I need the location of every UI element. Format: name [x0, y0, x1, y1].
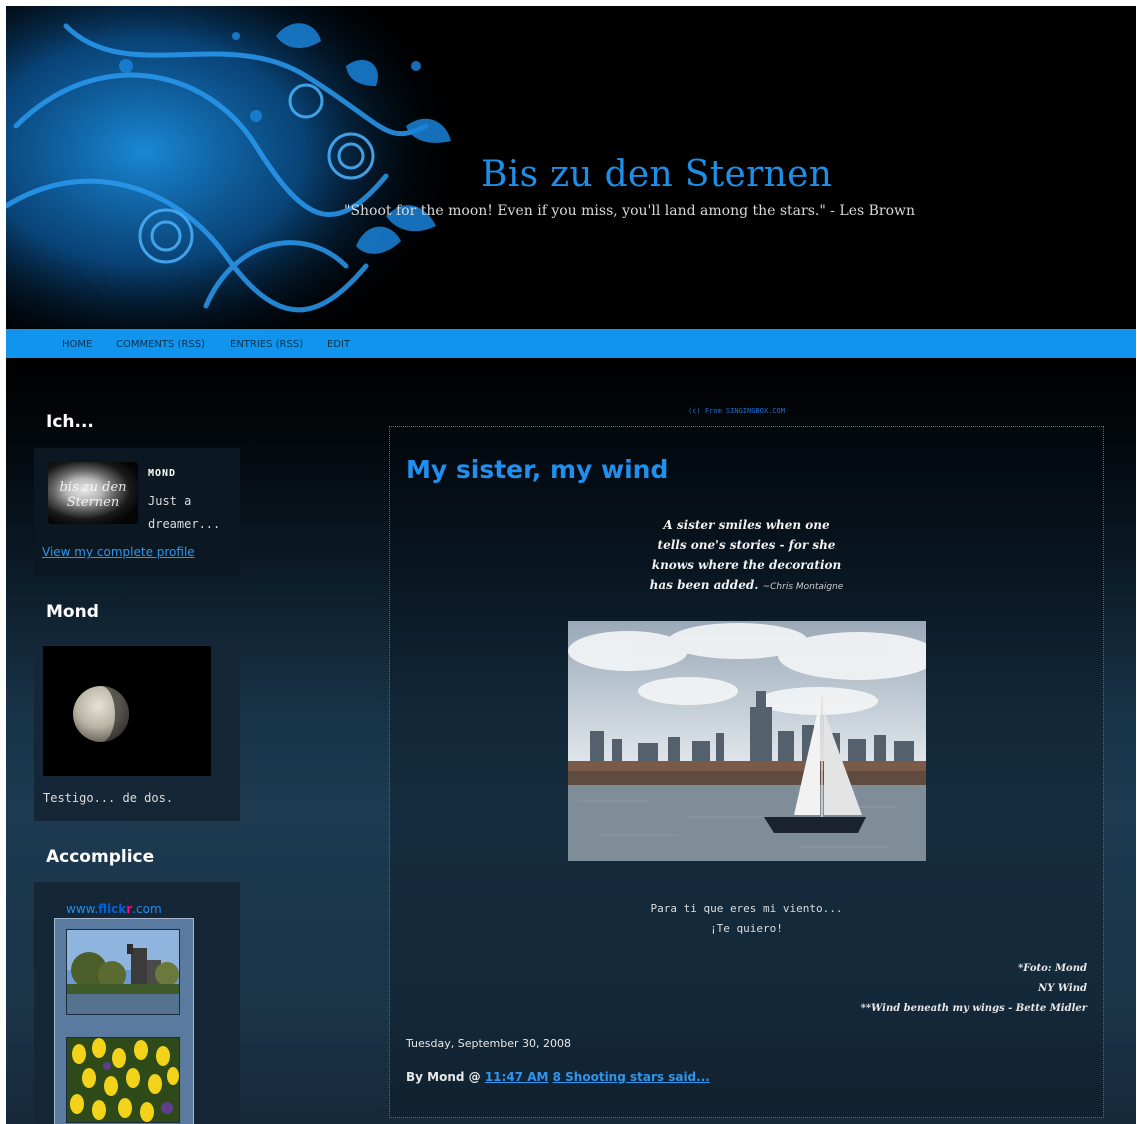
header-swirl-graphic: [6, 6, 466, 329]
sailboat-photo: [568, 621, 926, 861]
note-line: *Foto: Mond: [1018, 963, 1087, 974]
flickr-link[interactable]: www.flickr.com: [66, 902, 162, 916]
view-profile-link[interactable]: View my complete profile: [42, 545, 195, 559]
flickr-suffix: .com: [132, 902, 162, 916]
comments-link[interactable]: 8 Shooting stars said...: [553, 1070, 710, 1084]
post-title: My sister, my wind: [406, 455, 669, 484]
note-line: NY Wind: [1038, 983, 1087, 994]
quote-line: A sister smiles when one: [663, 518, 830, 532]
post-notes: *Foto: Mond NY Wind **Wind beneath my wi…: [861, 959, 1087, 1019]
accomplice-widget: www.flickr.com: [34, 882, 240, 1124]
profile-avatar[interactable]: bis zu den Sternen: [48, 462, 138, 524]
nav-home-link[interactable]: HOME: [62, 339, 92, 350]
quote-line-last: has been added. ~Chris Montaigne: [390, 575, 1103, 597]
flickr-photo-castle[interactable]: [66, 929, 180, 1015]
flickr-prefix: www.: [66, 902, 99, 916]
profile-avatar-lettering: bis zu den Sternen: [59, 480, 127, 510]
quote-line: knows where the decoration: [651, 558, 842, 572]
singingbox-credit[interactable]: (c) From SINGINGBOX.COM: [688, 407, 785, 415]
moon-section-title: Mond: [46, 602, 99, 622]
navigation-bar: HOME COMMENTS (RSS) ENTRIES (RSS) EDIT: [6, 329, 1136, 358]
accomplice-section-title: Accomplice: [46, 847, 155, 867]
profile-about: Just a dreamer...: [148, 494, 221, 531]
profile-name[interactable]: MOND: [148, 468, 176, 479]
post-author-prefix: By Mond @: [406, 1070, 485, 1084]
post-quote: A sister smiles when one tells one's sto…: [390, 515, 1103, 597]
quote-line: tells one's stories - for she: [657, 538, 836, 552]
blog-description: "Shoot for the moon! Even if you miss, y…: [344, 203, 916, 219]
profile-section-title: Ich...: [46, 412, 94, 432]
moon-widget: Testigo... de dos.: [34, 638, 240, 821]
post-time-link[interactable]: 11:47 AM: [485, 1070, 549, 1084]
flickr-brand-blue: flick: [98, 902, 127, 916]
note-line: **Wind beneath my wings - Bette Midler: [860, 1003, 1087, 1014]
blog-title: Bis zu den Sternen: [481, 154, 833, 195]
quote-author: ~Chris Montaigne: [762, 582, 844, 592]
profile-widget: bis zu den Sternen MOND Just a dreamer..…: [34, 448, 240, 576]
nav-comments-rss-link[interactable]: COMMENTS (RSS): [116, 339, 205, 350]
blog-post: My sister, my wind A sister smiles when …: [389, 426, 1104, 1118]
flickr-photo-panel: [54, 918, 194, 1124]
post-message: Para ti que eres mi viento... ¡Te quiero…: [390, 899, 1103, 939]
flickr-badge: www.flickr.com: [54, 902, 194, 1124]
blog-header: Bis zu den Sternen "Shoot for the moon! …: [6, 6, 1136, 329]
moon-caption: Testigo... de dos.: [43, 791, 174, 805]
message-line: ¡Te quiero!: [710, 922, 783, 935]
post-footer: By Mond @ 11:47 AM 8 Shooting stars said…: [406, 1070, 710, 1084]
nav-entries-rss-link[interactable]: ENTRIES (RSS): [230, 339, 303, 350]
flickr-photo-tulips[interactable]: [66, 1037, 180, 1123]
moon-photo: [43, 646, 211, 776]
post-date: Tuesday, September 30, 2008: [406, 1037, 572, 1050]
quote-line-text: has been added.: [649, 578, 759, 592]
page-frame: Bis zu den Sternen "Shoot for the moon! …: [6, 6, 1136, 1124]
message-line: Para ti que eres mi viento...: [650, 902, 843, 915]
nav-edit-link[interactable]: EDIT: [327, 339, 350, 350]
